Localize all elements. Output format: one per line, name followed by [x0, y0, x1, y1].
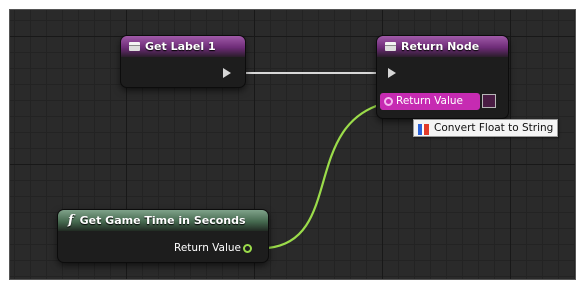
exec-in-pin[interactable]: [388, 68, 396, 78]
conversion-tooltip: Convert Float to String: [413, 119, 559, 137]
get-label-header: Get Label 1: [121, 36, 245, 57]
exec-out-pin[interactable]: [223, 68, 231, 78]
get-game-time-title: Get Game Time in Seconds: [79, 214, 246, 227]
float-return-value-output-pin[interactable]: [243, 244, 252, 253]
float-return-value-label: Return Value: [174, 242, 242, 254]
function-result-icon: [385, 42, 396, 51]
return-value-label: Return Value: [396, 95, 464, 107]
get-game-time-node[interactable]: f Get Game Time in Seconds Return Value: [58, 210, 268, 262]
return-node-title: Return Node: [401, 40, 480, 53]
return-node-header: Return Node: [377, 36, 508, 57]
tooltip-text: Convert Float to String: [434, 122, 554, 134]
function-f-icon: f: [68, 213, 74, 228]
function-entry-icon: [129, 42, 140, 51]
return-node[interactable]: Return Node Return Value: [377, 36, 508, 118]
return-value-input-pin[interactable]: [384, 97, 393, 106]
return-value-default-box[interactable]: [482, 94, 496, 108]
conversion-icon: [418, 124, 429, 135]
get-label-node[interactable]: Get Label 1: [121, 36, 245, 87]
get-label-title: Get Label 1: [145, 40, 216, 53]
get-game-time-header: f Get Game Time in Seconds: [58, 210, 268, 231]
